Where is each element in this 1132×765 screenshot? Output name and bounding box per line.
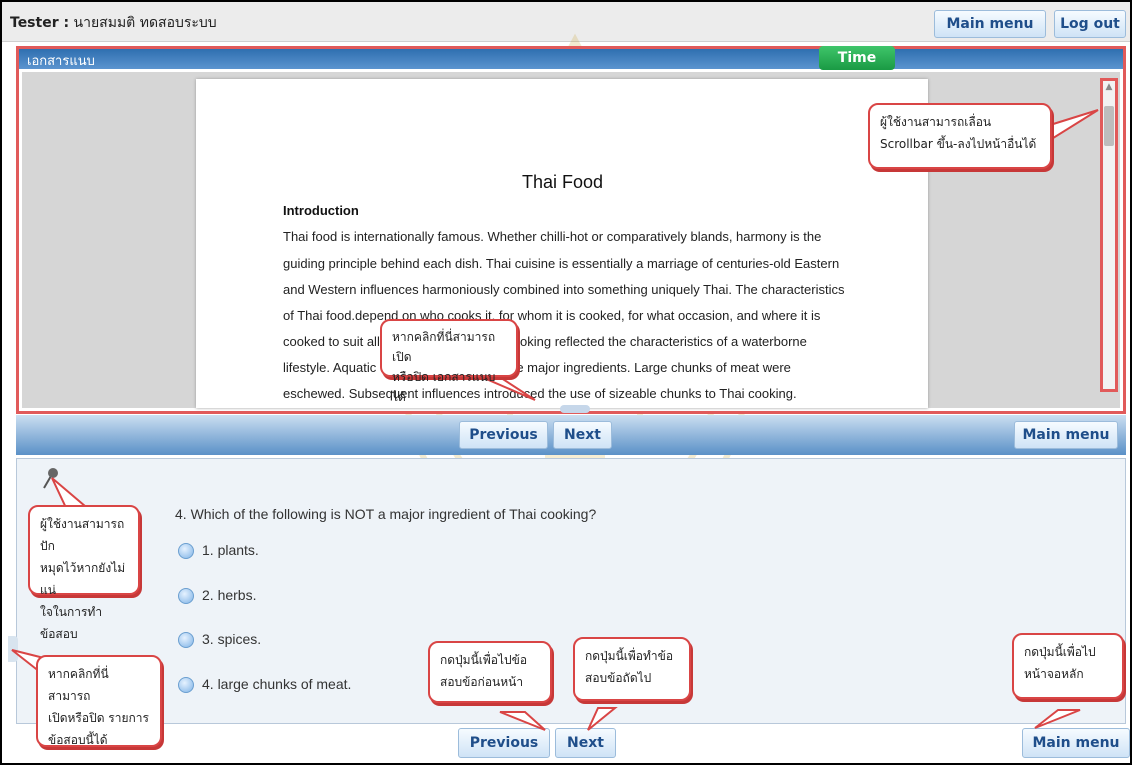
document-line: and Western influences harmoniously comb… — [283, 282, 845, 297]
previous-button-bottom[interactable]: Previous — [458, 728, 550, 758]
document-line: cooked to suit all — [283, 334, 380, 349]
main-menu-button-mid[interactable]: Main menu — [1014, 421, 1118, 449]
document-section-heading: Introduction — [283, 203, 359, 218]
question-text: 4. Which of the following is NOT a major… — [175, 506, 597, 522]
scroll-up-arrow-icon[interactable]: ▲ — [1104, 82, 1114, 92]
callout-pin: ผู้ใช้งานสามารถปัก หมุดไว้หากยังไม่แน่ ใ… — [28, 505, 140, 641]
document-header-bar — [19, 49, 1123, 69]
document-line-tail: re major ingredients. Large chunks of me… — [512, 360, 791, 375]
document-line: guiding principle behind each dish. Thai… — [283, 256, 840, 271]
tester-info: Tester : นายสมมติ ทดสอบระบบ — [10, 12, 217, 34]
radio-icon[interactable] — [178, 543, 194, 560]
document-line: eschewed. Subsequent influences introduc… — [283, 386, 797, 401]
callout-next: กดปุ่มนี้เพื่อทำข้อ สอบข้อถัดไป — [573, 637, 691, 701]
next-button-bottom[interactable]: Next — [555, 728, 616, 758]
logout-button[interactable]: Log out — [1054, 10, 1126, 38]
document-line-tail: oking reflected the characteristics of a… — [520, 334, 807, 349]
answer-option-3[interactable]: 3. spices. — [178, 631, 261, 649]
callout-scrollbar: ผู้ใช้งานสามารถเลื่อน Scrollbar ขึ้น-ลงไ… — [868, 103, 1052, 169]
callout-previous: กดปุ่มนี้เพื่อไปข้อ สอบข้อก่อนหน้า — [428, 641, 552, 703]
question-list-toggle[interactable] — [8, 636, 18, 662]
next-button-top[interactable]: Next — [553, 421, 612, 449]
document-line: Thai food is internationally famous. Whe… — [283, 229, 822, 244]
previous-button-top[interactable]: Previous — [459, 421, 548, 449]
time-badge: Time — [819, 46, 895, 70]
answer-option-4[interactable]: 4. large chunks of meat. — [178, 676, 351, 694]
answer-option-1[interactable]: 1. plants. — [178, 542, 259, 560]
radio-icon[interactable] — [178, 632, 194, 649]
scrollbar-thumb[interactable] — [1104, 106, 1114, 146]
pin-icon[interactable] — [40, 466, 60, 490]
callout-main-menu: กดปุ่มนี้เพื่อไป หน้าจอหลัก — [1012, 633, 1124, 699]
document-line: lifestyle. Aquatic — [283, 360, 377, 375]
radio-icon[interactable] — [178, 588, 194, 605]
tester-label: Tester : — [10, 15, 70, 31]
document-title: เอกสารแนบ — [27, 54, 95, 69]
main-menu-button-bottom[interactable]: Main menu — [1022, 728, 1130, 758]
radio-icon[interactable] — [178, 677, 194, 694]
main-menu-button-top[interactable]: Main menu — [934, 10, 1046, 38]
document-page-title: Thai Food — [522, 172, 604, 192]
answer-option-2[interactable]: 2. herbs. — [178, 587, 256, 605]
tester-name: นายสมมติ ทดสอบระบบ — [73, 15, 217, 31]
callout-toggle-document: หากคลิกที่นี่สามารถเปิด หรือปิด เอกสารแน… — [380, 319, 518, 404]
callout-toggle-list: หากคลิกที่นี่สามารถ เปิดหรือปิด รายการ ข… — [36, 655, 162, 747]
document-line: of Thai food.depend on who cooks it, for… — [283, 308, 821, 323]
document-toggle-handle[interactable] — [560, 405, 590, 413]
